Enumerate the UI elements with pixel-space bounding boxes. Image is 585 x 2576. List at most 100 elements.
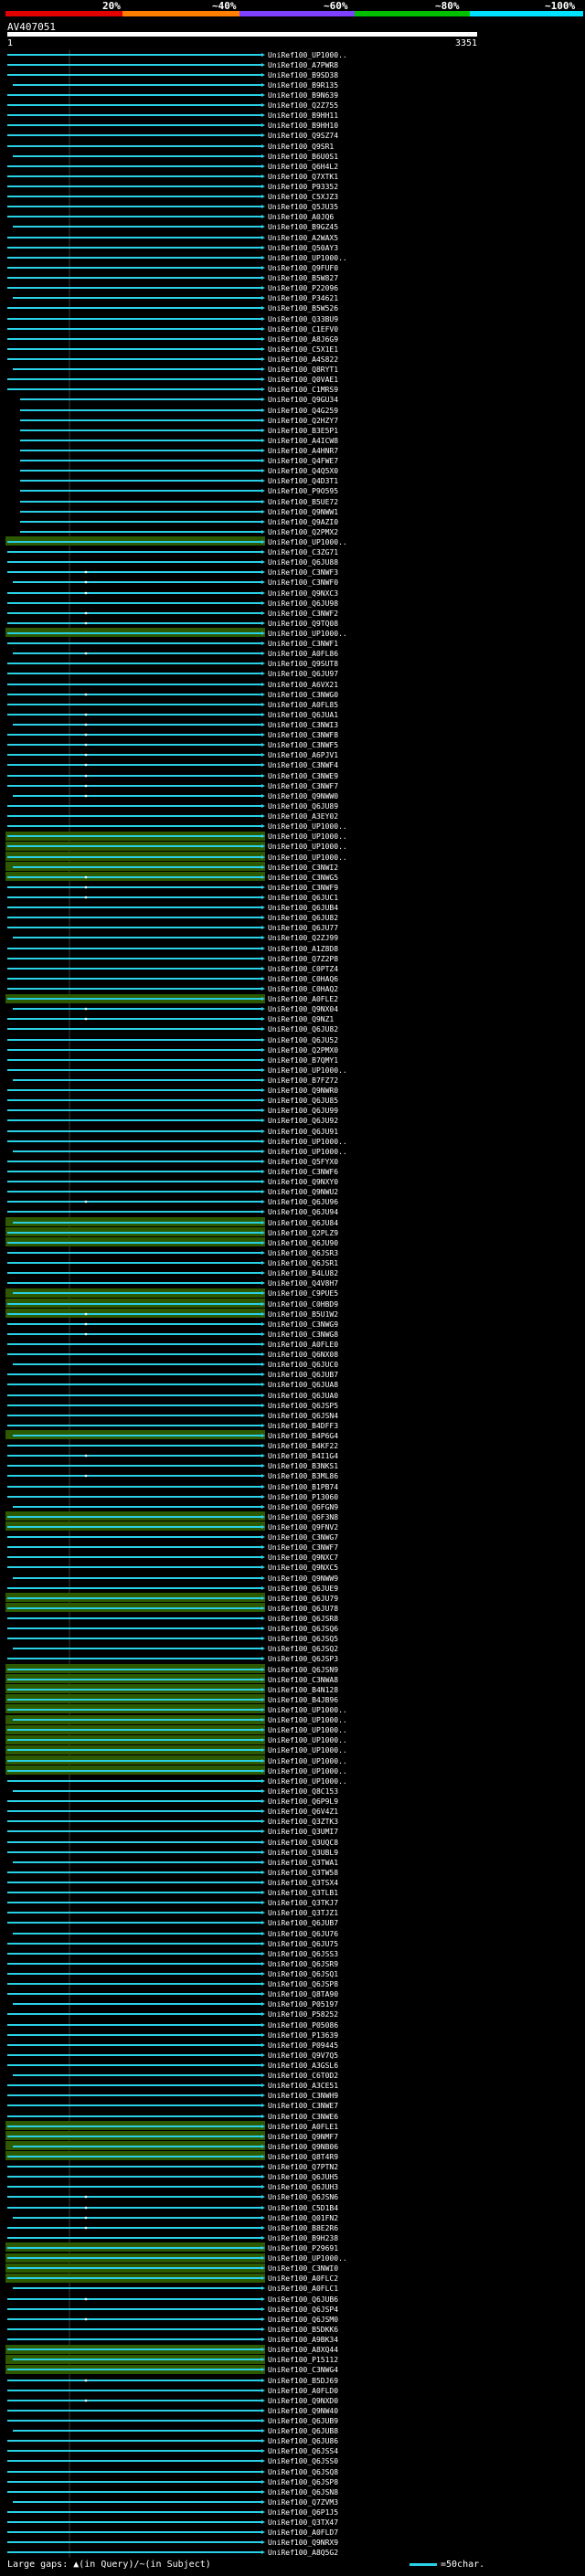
hit-accession-link[interactable]: UniRef100_Q3UMI7 [268,1828,338,1836]
hit-row[interactable]: UniRef100_A0FLC1 [13,2284,338,2293]
hit-row[interactable]: UniRef100_Q6JSR1 [7,1259,338,1267]
hit-row[interactable]: UniRef100_Q01FN2 [13,2214,338,2222]
hit-row[interactable]: UniRef100_Q3UQC8 [7,1839,338,1847]
hit-accession-link[interactable]: UniRef100_A2WAX5 [268,234,338,242]
hit-row[interactable]: UniRef100_P29691 [5,2242,338,2253]
hit-row[interactable]: UniRef100_C3NWF9 [7,884,338,892]
hit-row[interactable]: UniRef100_Q6JSQ5 [7,1635,338,1643]
hit-row[interactable]: UniRef100_Q6JU86 [7,2437,338,2445]
hit-accession-link[interactable]: UniRef100_P13060 [268,1493,338,1501]
hit-row[interactable]: UniRef100_Q9TQ08 [7,620,338,628]
hit-accession-link[interactable]: UniRef100_C3NWG7 [268,1533,338,1542]
hit-accession-link[interactable]: UniRef100_B5U1W2 [268,1310,338,1319]
hit-accession-link[interactable]: UniRef100_Q6JSP8 [268,1980,338,1988]
hit-row[interactable]: UniRef100_B9HH11 [7,111,338,120]
hit-row[interactable]: UniRef100_Q4Q5X0 [20,467,338,475]
hit-accession-link[interactable]: UniRef100_Q2Z755 [268,101,338,110]
hit-row[interactable]: UniRef100_Q6JSN4 [7,1412,338,1420]
hit-row[interactable]: UniRef100_A4S822 [7,355,338,364]
hit-row[interactable]: UniRef100_C6T0D2 [13,2072,338,2080]
hit-accession-link[interactable]: UniRef100_A8Q5G2 [268,2549,338,2557]
hit-accession-link[interactable]: UniRef100_Q3TJZ1 [268,1909,338,1917]
hit-accession-link[interactable]: UniRef100_Q9TQ08 [268,620,338,628]
hit-accession-link[interactable]: UniRef100_Q6JU77 [268,924,338,932]
hit-accession-link[interactable]: UniRef100_A6VX21 [268,681,338,689]
hit-accession-link[interactable]: UniRef100_B9GZ45 [268,223,338,231]
hit-row[interactable]: UniRef100_Q9NWU2 [7,1188,338,1196]
hit-accession-link[interactable]: UniRef100_C3NWE9 [268,772,338,780]
hit-row[interactable]: UniRef100_A2WAX5 [7,234,338,242]
hit-accession-link[interactable]: UniRef100_Q9SUT8 [268,660,338,668]
hit-row[interactable]: UniRef100_UP1000.. [5,1765,347,1776]
hit-accession-link[interactable]: UniRef100_Q6JSS3 [268,1950,338,1958]
hit-accession-link[interactable]: UniRef100_Q6JUB7 [268,1919,338,1927]
hit-row[interactable]: UniRef100_C3NWI0 [5,2263,338,2273]
hit-row[interactable]: UniRef100_A0FLD0 [7,2387,338,2395]
hit-row[interactable]: UniRef100_Q50AY3 [7,244,338,252]
hit-row[interactable]: UniRef100_Q6JSR8 [7,1615,338,1623]
hit-row[interactable]: UniRef100_Q9NRX9 [7,2539,338,2547]
hit-row[interactable]: UniRef100_Q6JUC0 [13,1361,338,1369]
hit-row[interactable]: UniRef100_A3EY02 [7,812,338,821]
hit-accession-link[interactable]: UniRef100_A1Z8D8 [268,945,338,953]
hit-row[interactable]: UniRef100_Q9NWW9 [13,1574,338,1583]
hit-row[interactable]: UniRef100_Q9NX04 [13,1005,338,1013]
hit-accession-link[interactable]: UniRef100_C3ZG71 [268,548,338,557]
hit-accession-link[interactable]: UniRef100_B4DFF3 [268,1422,338,1430]
hit-accession-link[interactable]: UniRef100_Q6JU92 [268,1117,338,1125]
hit-accession-link[interactable]: UniRef100_A3GSL6 [268,2062,338,2070]
hit-row[interactable]: UniRef100_C3NWF7 [7,1543,338,1552]
hit-accession-link[interactable]: UniRef100_Q6JSR9 [268,1960,338,1968]
hit-row[interactable]: UniRef100_C3NWE7 [7,2102,338,2110]
hit-row[interactable]: UniRef100_UP1000.. [5,1745,347,1754]
hit-accession-link[interactable]: UniRef100_Q9SR1 [268,143,334,151]
hit-accession-link[interactable]: UniRef100_A4ICW8 [268,437,338,445]
hit-row[interactable]: UniRef100_A0FLD7 [7,2528,338,2537]
hit-accession-link[interactable]: UniRef100_UP1000.. [268,1148,347,1156]
hit-accession-link[interactable]: UniRef100_C0PTZ4 [268,965,338,973]
hit-row[interactable]: UniRef100_Q3TSX4 [7,1879,338,1887]
hit-accession-link[interactable]: UniRef100_Q2ZJ99 [268,934,338,942]
hit-accession-link[interactable]: UniRef100_B9HH11 [268,111,338,120]
hit-accession-link[interactable]: UniRef100_A0FLE1 [268,2123,338,2131]
hit-accession-link[interactable]: UniRef100_Q6JU98 [268,599,338,608]
hit-row[interactable]: UniRef100_A0FLE2 [5,994,338,1003]
hit-accession-link[interactable]: UniRef100_A3EY02 [268,812,338,821]
hit-row[interactable]: UniRef100_Q9NW40 [7,2407,338,2415]
hit-row[interactable]: UniRef100_A8J6G9 [7,335,338,344]
hit-row[interactable]: UniRef100_Q6JSS3 [7,1950,338,1958]
hit-accession-link[interactable]: UniRef100_B8E2R6 [268,2224,338,2232]
hit-row[interactable]: UniRef100_C3NWF6 [7,1168,338,1176]
hit-accession-link[interactable]: UniRef100_Q0VAE1 [268,376,338,384]
hit-row[interactable]: UniRef100_Q6JU52 [7,1036,338,1044]
hit-row[interactable]: UniRef100_C3NWE6 [7,2113,338,2121]
hit-row[interactable]: UniRef100_P05197 [13,2000,338,2009]
hit-row[interactable]: UniRef100_Q6H4L2 [7,163,338,171]
hit-row[interactable]: UniRef100_C3NWF3 [7,568,338,577]
hit-accession-link[interactable]: UniRef100_Q6JSR3 [268,1249,338,1257]
hit-row[interactable]: UniRef100_UP1000.. [5,1715,347,1724]
hit-row[interactable]: UniRef100_Q6JSR3 [7,1249,338,1257]
hit-accession-link[interactable]: UniRef100_A9BK34 [268,2336,338,2344]
hit-accession-link[interactable]: UniRef100_P22096 [268,284,338,292]
hit-accession-link[interactable]: UniRef100_Q3TX47 [268,2518,338,2527]
hit-row[interactable]: UniRef100_Q9SUT8 [7,660,338,668]
hit-accession-link[interactable]: UniRef100_Q6JSN8 [268,2488,338,2496]
hit-row[interactable]: UniRef100_Q6JU78 [5,1603,338,1613]
hit-row[interactable]: UniRef100_Q6JUH5 [7,2173,338,2181]
hit-row[interactable]: UniRef100_B9N639 [7,91,338,100]
hit-accession-link[interactable]: UniRef100_Q6NX08 [268,1351,338,1359]
hit-row[interactable]: UniRef100_Q3TLB1 [7,1889,338,1897]
hit-accession-link[interactable]: UniRef100_B6U0S1 [268,153,338,161]
hit-row[interactable]: UniRef100_Q9FNV2 [5,1521,338,1532]
hit-row[interactable]: UniRef100_UP1000.. [13,1148,347,1156]
hit-accession-link[interactable]: UniRef100_C3NWG9 [268,1320,338,1329]
hit-accession-link[interactable]: UniRef100_Q9GU34 [268,396,338,404]
hit-accession-link[interactable]: UniRef100_Q3UBL9 [268,1849,338,1857]
hit-row[interactable]: UniRef100_A6VX21 [7,681,338,689]
hit-row[interactable]: UniRef100_Q3TX47 [7,2518,338,2527]
hit-row[interactable]: UniRef100_Q6JUB7 [7,1919,338,1927]
hit-accession-link[interactable]: UniRef100_Q6JU90 [268,1239,338,1247]
hit-row[interactable]: UniRef100_B7QMY1 [7,1056,338,1065]
hit-row[interactable]: UniRef100_C3NWG0 [7,691,338,699]
